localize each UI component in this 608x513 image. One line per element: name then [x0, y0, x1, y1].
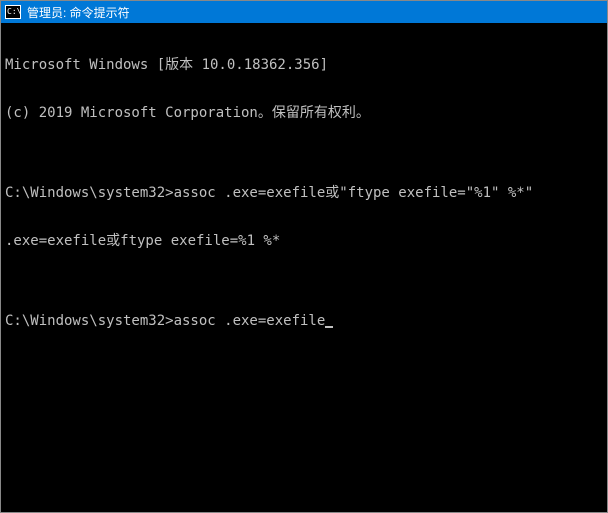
cmd-icon-text: C:\ [7, 8, 21, 16]
scrollbar[interactable] [591, 23, 607, 512]
terminal-line: .exe=exefile或ftype exefile=%1 %* [5, 233, 603, 249]
titlebar[interactable]: C:\ 管理员: 命令提示符 [1, 1, 607, 23]
current-command: C:\Windows\system32>assoc .exe=exefile [5, 313, 325, 329]
terminal-line: Microsoft Windows [版本 10.0.18362.356] [5, 57, 603, 73]
terminal-line: C:\Windows\system32>assoc .exe=exefile或"… [5, 185, 603, 201]
window-title: 管理员: 命令提示符 [27, 4, 130, 21]
cmd-window: C:\ 管理员: 命令提示符 Microsoft Windows [版本 10.… [0, 0, 608, 513]
cursor [325, 326, 333, 328]
terminal-line: (c) 2019 Microsoft Corporation。保留所有权利。 [5, 105, 603, 121]
cmd-icon: C:\ [5, 5, 21, 19]
terminal-area[interactable]: Microsoft Windows [版本 10.0.18362.356] (c… [1, 23, 607, 512]
terminal-line: C:\Windows\system32>assoc .exe=exefile [5, 313, 603, 329]
